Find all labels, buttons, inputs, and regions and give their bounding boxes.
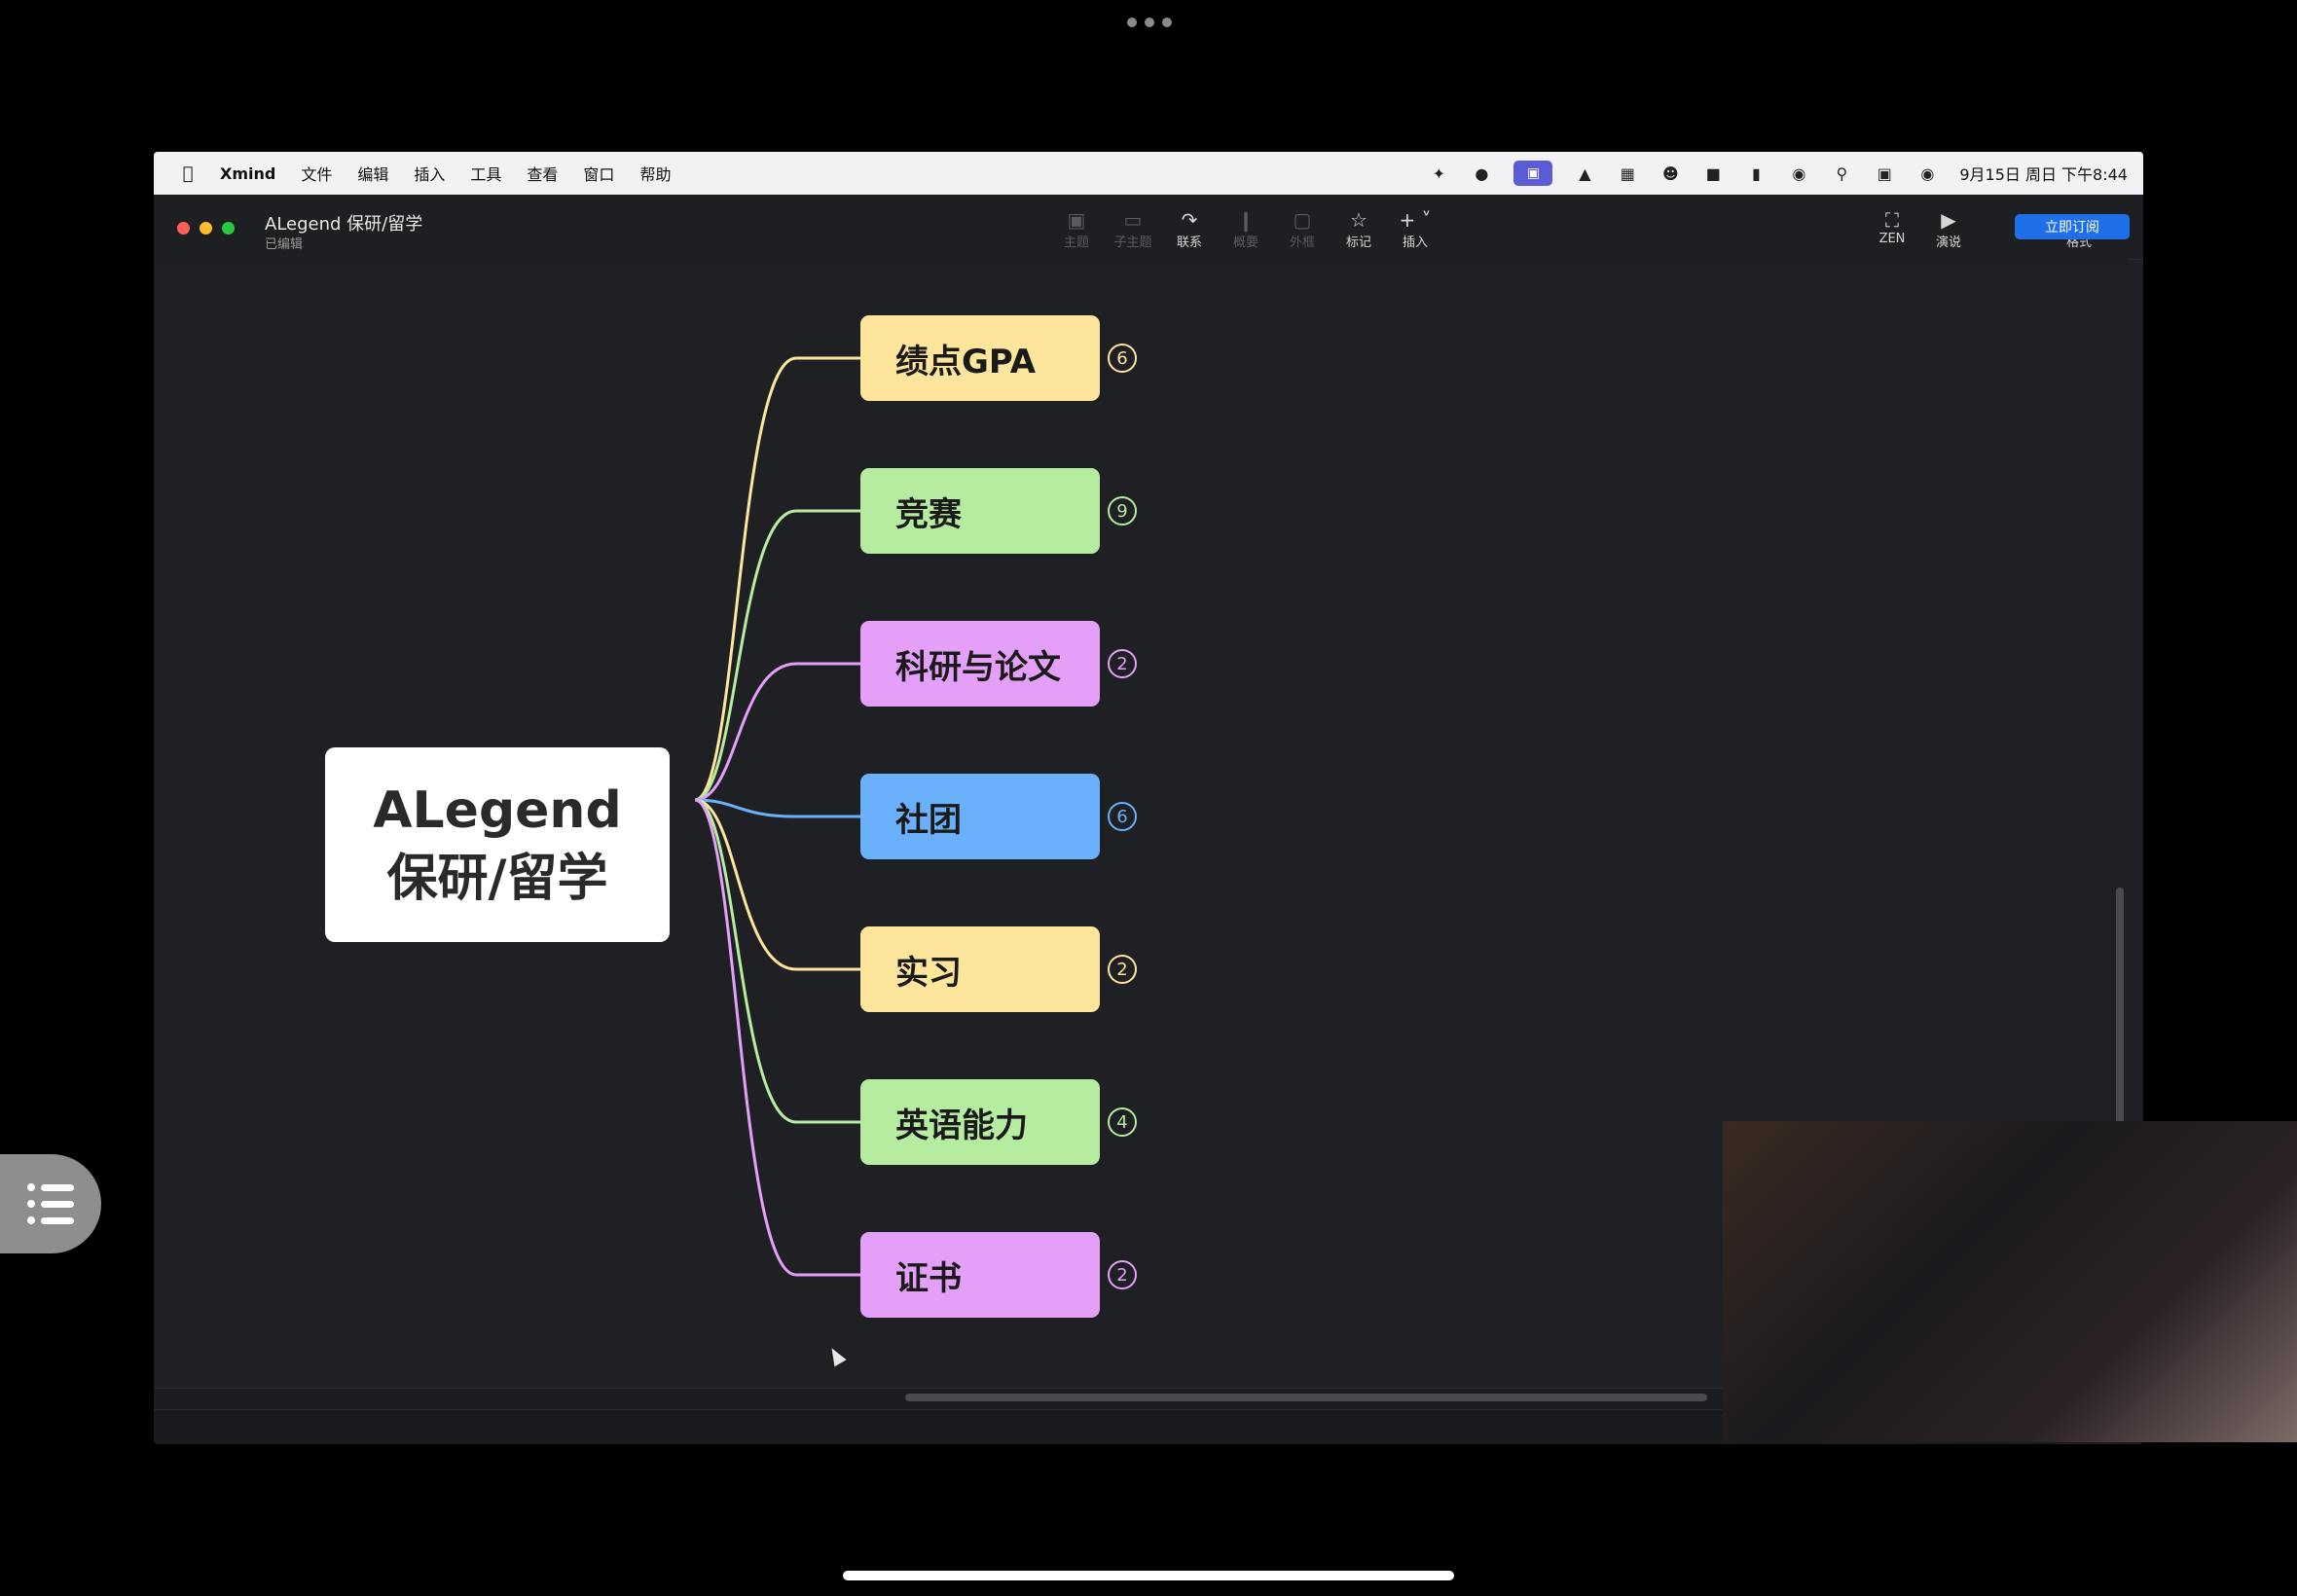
zoom-button[interactable]: [222, 222, 235, 235]
topic-icon: ▣: [1067, 208, 1086, 232]
horizontal-scrollbar[interactable]: [905, 1394, 1707, 1401]
menu-tools[interactable]: 工具: [470, 162, 501, 185]
multitask-dots[interactable]: [1127, 18, 1172, 27]
screen-share-icon[interactable]: ▣: [1513, 161, 1553, 186]
plus-icon: + ˅: [1399, 208, 1432, 232]
branch-connector-line: [694, 509, 860, 802]
relation-tool-button[interactable]: ↷ 联系: [1160, 208, 1219, 250]
battery-icon[interactable]: ▮: [1745, 163, 1767, 184]
collapsed-count-badge[interactable]: 6: [1108, 344, 1137, 373]
collapsed-count-badge[interactable]: 6: [1108, 802, 1137, 831]
main-topic[interactable]: 社团: [860, 774, 1100, 859]
branch-connector-line: [694, 798, 860, 1277]
collapsed-count-badge[interactable]: 2: [1108, 955, 1137, 984]
branch-connector-line: [694, 798, 860, 971]
menu-window[interactable]: 窗口: [583, 162, 614, 185]
main-topic[interactable]: 竞赛: [860, 468, 1100, 554]
bird-icon[interactable]: ✦: [1428, 163, 1449, 184]
insert-tool-button[interactable]: + ˅ 插入: [1386, 208, 1444, 250]
siri-icon[interactable]: ◉: [1916, 163, 1938, 184]
subtopic-tool-label: 子主题: [1113, 236, 1152, 250]
qq-icon[interactable]: ▲: [1574, 163, 1595, 184]
list-icon: [27, 1183, 74, 1224]
fullscreen-icon: ⛶: [1885, 208, 1899, 232]
boundary-tool-label: 外框: [1289, 236, 1315, 250]
relation-tool-label: 联系: [1176, 236, 1202, 250]
insert-tool-label: 插入: [1402, 236, 1428, 250]
menu-view[interactable]: 查看: [527, 162, 558, 185]
document-status: 已编辑: [265, 237, 304, 252]
wifi-icon[interactable]: ◉: [1788, 163, 1809, 184]
menubar-tray: ✦ ● ▣ ▲ ▦ ☻ ■ ▮ ◉ ⚲ ▣ ◉ 9月15日 周日 下午8:44: [1428, 152, 2128, 195]
p-app-icon[interactable]: ●: [1471, 163, 1492, 184]
marker-tool-button[interactable]: ☆ 标记: [1330, 208, 1388, 250]
central-topic[interactable]: ALegend 保研/留学: [325, 747, 670, 942]
search-icon[interactable]: ⚲: [1831, 163, 1852, 184]
menu-app-name[interactable]: Xmind: [220, 164, 275, 183]
home-indicator[interactable]: [843, 1571, 1454, 1580]
main-topic[interactable]: 英语能力: [860, 1079, 1100, 1165]
wechat-icon[interactable]: ☻: [1659, 163, 1681, 184]
layout-icon[interactable]: ▦: [1617, 163, 1638, 184]
document-title: ALegend 保研/留学: [265, 214, 423, 235]
main-topic[interactable]: 证书: [860, 1232, 1100, 1318]
summary-tool-button[interactable]: ❙ 概要: [1217, 208, 1275, 250]
collapsed-count-badge[interactable]: 2: [1108, 649, 1137, 678]
boundary-tool-button[interactable]: ▢ 外框: [1273, 208, 1331, 250]
zen-mode-button[interactable]: ⛶ ZEN: [1863, 208, 1921, 246]
mac-menubar:  Xmind 文件 编辑 插入 工具 查看 窗口 帮助 ✦ ● ▣ ▲ ▦ ☻…: [154, 152, 2143, 195]
present-button[interactable]: ▶ 演说: [1919, 208, 1978, 250]
menu-help[interactable]: 帮助: [639, 162, 671, 185]
subtopic-tool-button[interactable]: ▭ 子主题: [1104, 208, 1162, 250]
branch-connector-line: [694, 798, 860, 818]
play-icon: ▶: [1941, 208, 1956, 232]
contact-icon[interactable]: ■: [1702, 163, 1724, 184]
branch-connector-line: [694, 356, 860, 802]
menu-insert[interactable]: 插入: [414, 162, 445, 185]
relation-curve-icon: ↷: [1181, 208, 1198, 232]
control-center-icon[interactable]: ▣: [1874, 163, 1895, 184]
topic-tool-button[interactable]: ▣ 主题: [1047, 208, 1106, 250]
topic-tool-label: 主题: [1063, 236, 1089, 250]
main-topic[interactable]: 绩点GPA: [860, 315, 1100, 401]
window-titlebar: ALegend 保研/留学 已编辑 ▣ 主题 ▭ 子主题 ↷ 联系 ❙ 概要 ▢…: [154, 195, 2143, 260]
central-topic-line1: ALegend: [373, 781, 622, 840]
collapsed-count-badge[interactable]: 2: [1108, 1260, 1137, 1289]
collapsed-count-badge[interactable]: 4: [1108, 1107, 1137, 1137]
menu-edit[interactable]: 编辑: [357, 162, 388, 185]
main-topic[interactable]: 科研与论文: [860, 621, 1100, 707]
menu-file[interactable]: 文件: [301, 162, 332, 185]
window-controls: [177, 222, 235, 235]
collapsed-count-badge[interactable]: 9: [1108, 496, 1137, 526]
summary-tool-label: 概要: [1232, 236, 1258, 250]
webcam-overlay: [1723, 1121, 2297, 1442]
main-topic[interactable]: 实习: [860, 926, 1100, 1012]
floating-list-menu-button[interactable]: [0, 1154, 101, 1253]
zen-label: ZEN: [1878, 232, 1906, 246]
apple-icon[interactable]: : [177, 163, 199, 184]
star-icon: ☆: [1350, 208, 1367, 232]
marker-tool-label: 标记: [1345, 236, 1371, 250]
menubar-clock[interactable]: 9月15日 周日 下午8:44: [1959, 162, 2128, 185]
boundary-icon: ▢: [1293, 208, 1312, 232]
central-topic-line2: 保研/留学: [386, 850, 608, 908]
subtopic-icon: ▭: [1123, 208, 1143, 232]
minimize-button[interactable]: [200, 222, 212, 235]
summary-icon: ❙: [1237, 208, 1255, 232]
present-label: 演说: [1935, 236, 1961, 250]
close-button[interactable]: [177, 222, 190, 235]
subscribe-button[interactable]: 立即订阅: [2015, 214, 2130, 239]
